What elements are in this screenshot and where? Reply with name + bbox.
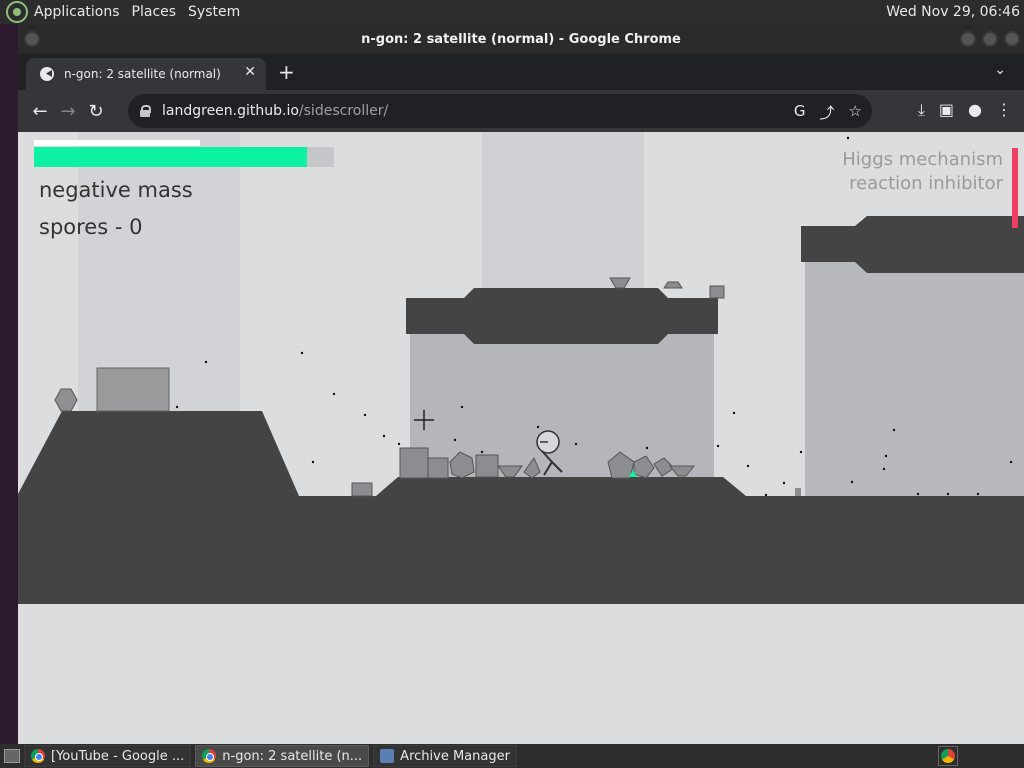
panel-clock[interactable]: Wed Nov 29, 06:46	[886, 4, 1020, 20]
back-button[interactable]: ←	[26, 101, 54, 122]
profile-icon[interactable]: ●	[968, 100, 982, 120]
browser-window: n-gon: 2 satellite (normal) - Google Chr…	[18, 24, 1024, 744]
url-host: landgreen.github.io	[162, 103, 299, 119]
block-box	[96, 367, 170, 412]
archive-manager-icon	[380, 749, 395, 763]
address-bar[interactable]: landgreen.github.io/sidescroller/ G ⤴ ☆	[128, 94, 872, 128]
close-window-button[interactable]	[1004, 31, 1020, 47]
chrome-icon	[31, 749, 45, 763]
window-menu-button[interactable]	[24, 31, 40, 47]
minimize-button[interactable]	[960, 31, 976, 47]
tech-list: Higgs mechanism reaction inhibitor	[842, 148, 1003, 196]
system-menu[interactable]: System	[188, 4, 240, 20]
background-pillar	[482, 132, 644, 292]
game-canvas[interactable]: negative mass spores - 0 Higgs mechanism…	[18, 132, 1024, 744]
hexagon-block	[54, 388, 78, 412]
taskbar-item-archive-manager[interactable]: Archive Manager	[373, 745, 517, 767]
game-scene[interactable]	[18, 132, 1024, 744]
tech-duration-bar	[1012, 148, 1018, 228]
field-mode-label: negative mass	[39, 178, 193, 202]
top-panel: Applications Places System Wed Nov 29, 0…	[0, 0, 1024, 24]
bookmark-star-icon[interactable]: ☆	[849, 102, 862, 123]
side-panel-icon[interactable]: ▣	[939, 100, 954, 120]
lock-icon[interactable]	[140, 105, 151, 117]
block-box	[475, 454, 499, 478]
url-text[interactable]: landgreen.github.io/sidescroller/	[162, 103, 388, 119]
tray-chrome-icon[interactable]	[938, 746, 958, 766]
chrome-menu-icon[interactable]: ⋮	[996, 100, 1012, 120]
download-icon[interactable]: ⤓	[918, 100, 925, 120]
show-desktop-icon[interactable]	[4, 749, 20, 763]
building-block	[805, 262, 1024, 497]
taskbar: [YouTube - Google ... n-gon: 2 satellite…	[0, 744, 1024, 768]
block-box	[709, 285, 725, 299]
taskbar-item-label: n-gon: 2 satellite (n...	[222, 748, 363, 764]
block-box	[427, 457, 449, 479]
tab-ngon[interactable]: n-gon: 2 satellite (normal) ✕	[26, 58, 266, 90]
ngon-favicon-icon	[40, 67, 54, 81]
block-box	[399, 447, 429, 479]
taskbar-item-label: Archive Manager	[400, 748, 510, 764]
taskbar-item-youtube[interactable]: [YouTube - Google ...	[24, 745, 192, 767]
health-bar-fill	[34, 147, 307, 167]
distro-logo-icon[interactable]	[6, 1, 28, 23]
forward-button[interactable]: →	[54, 101, 82, 122]
polygon-block	[663, 281, 683, 289]
taskbar-item-ngon[interactable]: n-gon: 2 satellite (n...	[195, 745, 370, 767]
tech-item: reaction inhibitor	[849, 173, 1003, 194]
tab-close-icon[interactable]: ✕	[244, 64, 256, 80]
taskbar-item-label: [YouTube - Google ...	[51, 748, 185, 764]
browser-toolbar: ← → ↻ landgreen.github.io/sidescroller/ …	[18, 90, 1024, 132]
desktop-edge	[0, 24, 18, 744]
tab-strip: n-gon: 2 satellite (normal) ✕ + ⌄	[18, 54, 1024, 90]
applications-menu[interactable]: Applications	[34, 4, 120, 20]
window-titlebar[interactable]: n-gon: 2 satellite (normal) - Google Chr…	[18, 24, 1024, 54]
spores-counter: spores - 0	[39, 215, 143, 239]
share-icon[interactable]: ⤴	[820, 102, 835, 123]
maximize-button[interactable]	[982, 31, 998, 47]
block-box	[351, 482, 373, 497]
new-tab-button[interactable]: +	[278, 60, 295, 84]
places-menu[interactable]: Places	[132, 4, 177, 20]
google-lens-icon[interactable]: G	[794, 102, 806, 123]
tab-title: n-gon: 2 satellite (normal)	[64, 67, 221, 81]
block-box	[795, 488, 801, 496]
energy-bar	[34, 140, 200, 146]
window-title: n-gon: 2 satellite (normal) - Google Chr…	[361, 31, 681, 47]
url-path: /sidescroller/	[298, 103, 389, 119]
tech-item: Higgs mechanism	[842, 149, 1003, 170]
chrome-icon	[202, 749, 217, 763]
reload-button[interactable]: ↻	[82, 101, 110, 122]
tab-search-chevron-icon[interactable]: ⌄	[994, 62, 1006, 78]
